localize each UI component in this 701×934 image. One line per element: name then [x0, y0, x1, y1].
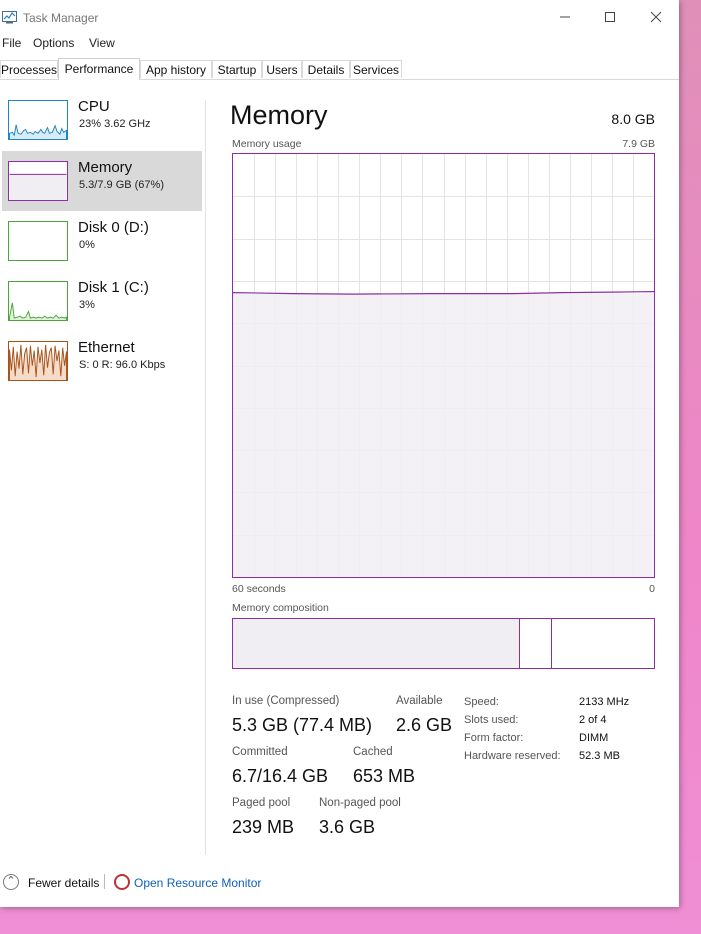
close-icon [650, 11, 662, 23]
minimize-icon [560, 16, 570, 18]
sidebar-cpu-sub: 23% 3.62 GHz [79, 118, 151, 130]
memory-composition-label: Memory composition [232, 602, 329, 614]
hardware-reserved-label: Hardware reserved: [464, 750, 561, 762]
memory-thumbnail-graph [8, 161, 68, 201]
nonpaged-pool-label: Non-paged pool [319, 797, 401, 809]
cpu-thumbnail-graph [8, 100, 68, 140]
hardware-reserved-value: 52.3 MB [579, 750, 620, 762]
memory-usage-graph [232, 153, 655, 578]
time-axis-left: 60 seconds [232, 583, 286, 595]
paged-pool-label: Paged pool [232, 797, 291, 809]
task-manager-icon [2, 11, 17, 24]
available-value: 2.6 GB [396, 715, 453, 735]
menu-view[interactable]: View [89, 36, 115, 50]
memory-usage-label: Memory usage [232, 138, 302, 150]
sidebar-memory-name: Memory [78, 159, 133, 176]
memory-usage-graph-svg [233, 154, 654, 577]
maximize-button[interactable] [587, 6, 633, 30]
committed-value: 6.7/16.4 GB [232, 766, 329, 786]
sidebar-disk1-sub: 3% [79, 299, 95, 311]
speed-label: Speed: [464, 696, 499, 708]
ethernet-thumbnail-graph [8, 341, 68, 381]
title-bar[interactable]: Task Manager [0, 0, 679, 34]
sidebar-item-memory[interactable]: Memory 5.3/7.9 GB (67%) [2, 151, 202, 211]
time-axis-right: 0 [649, 583, 655, 595]
cached-value: 653 MB [353, 766, 416, 786]
committed-label: Committed [232, 746, 288, 758]
menu-options[interactable]: Options [33, 36, 74, 50]
task-manager-window: Task Manager File Options View Processes… [0, 0, 679, 907]
composition-in-use[interactable] [233, 619, 520, 668]
sidebar-cpu-name: CPU [78, 98, 110, 115]
nonpaged-pool-value: 3.6 GB [319, 817, 376, 837]
menu-file[interactable]: File [2, 36, 21, 50]
composition-standby-free[interactable] [552, 619, 654, 668]
footer-bar: ⌃ Fewer details Open Resource Monitor [0, 870, 679, 894]
close-button[interactable] [633, 6, 679, 30]
disk1-thumbnail-graph [8, 281, 68, 321]
page-title: Memory [230, 100, 328, 130]
sidebar-item-disk1[interactable]: Disk 1 (C:) 3% [2, 271, 202, 331]
tab-performance[interactable]: Performance [58, 58, 140, 80]
memory-usage-max: 7.9 GB [622, 138, 655, 150]
tab-app-history[interactable]: App history [140, 60, 212, 78]
memory-composition-bar [232, 618, 655, 669]
sidebar-disk0-sub: 0% [79, 239, 95, 251]
open-resource-monitor-link[interactable]: Open Resource Monitor [134, 876, 261, 890]
memory-usage-area [233, 293, 654, 577]
slots-used-label: Slots used: [464, 714, 519, 726]
composition-modified[interactable] [520, 619, 552, 668]
pane-divider[interactable] [205, 100, 206, 855]
maximize-icon [605, 12, 615, 22]
tab-details[interactable]: Details [302, 60, 350, 78]
sidebar-item-ethernet[interactable]: Ethernet S: 0 R: 96.0 Kbps [2, 331, 202, 391]
speed-value: 2133 MHz [579, 696, 630, 708]
tab-users[interactable]: Users [262, 60, 302, 78]
form-factor-label: Form factor: [464, 732, 524, 744]
form-factor-value: DIMM [579, 732, 609, 744]
in-use-value: 5.3 GB (77.4 MB) [232, 715, 373, 735]
sidebar-ethernet-sub: S: 0 R: 96.0 Kbps [79, 359, 166, 371]
resource-monitor-icon[interactable] [114, 874, 130, 890]
chevron-up-icon[interactable]: ⌃ [3, 874, 19, 890]
cached-label: Cached [353, 746, 393, 758]
tab-processes[interactable]: Processes [0, 60, 58, 78]
sidebar-ethernet-name: Ethernet [78, 339, 135, 356]
in-use-label: In use (Compressed) [232, 695, 340, 707]
tab-startup[interactable]: Startup [212, 60, 262, 78]
window-title: Task Manager [23, 11, 99, 25]
sidebar-item-cpu[interactable]: CPU 23% 3.62 GHz [2, 90, 202, 150]
disk0-thumbnail-graph [8, 221, 68, 261]
sidebar-item-disk0[interactable]: Disk 0 (D:) 0% [2, 211, 202, 271]
footer-divider [104, 874, 105, 889]
paged-pool-value: 239 MB [232, 817, 295, 837]
sidebar-disk1-name: Disk 1 (C:) [78, 279, 149, 296]
tab-services[interactable]: Services [350, 60, 402, 78]
minimize-button[interactable] [542, 6, 588, 30]
slots-used-value: 2 of 4 [579, 714, 607, 726]
fewer-details-link[interactable]: Fewer details [28, 876, 99, 890]
sidebar-disk0-name: Disk 0 (D:) [78, 219, 149, 236]
memory-total: 8.0 GB [611, 111, 655, 127]
tab-bar: Processes Performance App history Startu… [0, 58, 679, 80]
available-label: Available [396, 695, 443, 707]
sidebar-memory-sub: 5.3/7.9 GB (67%) [79, 179, 164, 191]
